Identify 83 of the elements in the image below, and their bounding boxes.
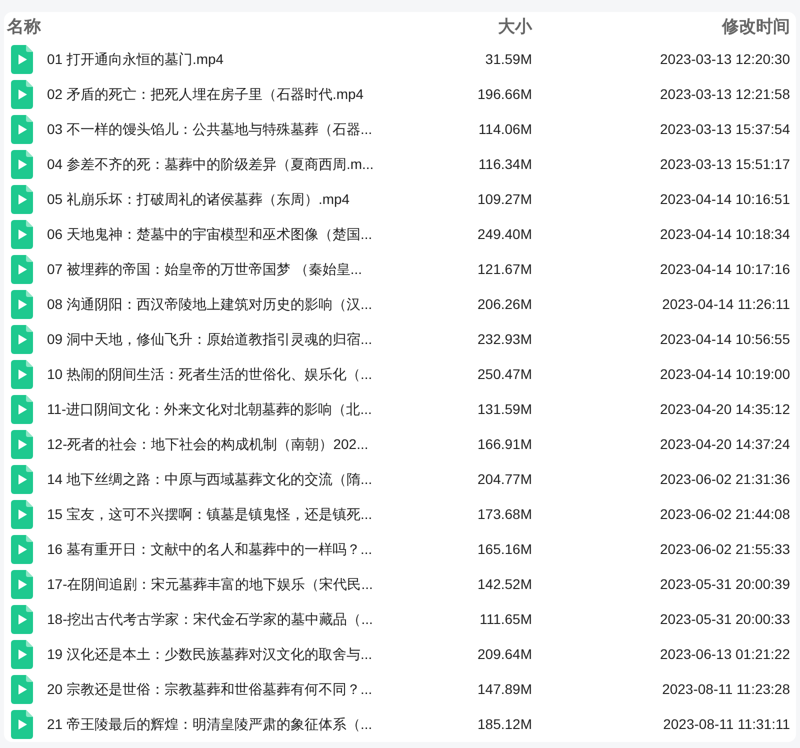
file-name[interactable]: 12-死者的社会：地下社会的构成机制（南朝）202... [47, 434, 368, 455]
file-name[interactable]: 04 参差不齐的死：墓葬中的阶级差异（夏商西周.m... [47, 154, 374, 175]
modified-time: 2023-04-14 10:17:16 [660, 260, 790, 279]
file-size: 131.59M [478, 400, 532, 419]
file-size: 173.68M [478, 505, 532, 524]
video-file-icon [11, 570, 33, 599]
video-file-icon [11, 500, 33, 529]
modified-time: 2023-04-14 10:18:34 [660, 225, 790, 244]
file-name[interactable]: 09 洞中天地，修仙飞升：原始道教指引灵魂的归宿... [47, 329, 372, 350]
video-file-icon [11, 45, 33, 74]
file-size: 196.66M [478, 85, 532, 104]
file-name[interactable]: 05 礼崩乐坏：打破周礼的诸侯墓葬（东周）.mp4 [47, 189, 350, 210]
video-file-icon [11, 535, 33, 564]
file-name[interactable]: 18-挖出古代考古学家：宋代金石学家的墓中藏品（... [47, 609, 373, 630]
file-size: 250.47M [478, 365, 532, 384]
modified-time: 2023-06-02 21:55:33 [660, 540, 790, 559]
video-file-icon [11, 465, 33, 494]
modified-time: 2023-04-14 10:16:51 [660, 190, 790, 209]
video-file-icon [11, 185, 33, 214]
file-name[interactable]: 16 墓有重开日：文献中的名人和墓葬中的一样吗？... [47, 539, 372, 560]
file-name[interactable]: 07 被埋葬的帝国：始皇帝的万世帝国梦 （秦始皇... [47, 259, 362, 280]
file-name[interactable]: 06 天地鬼神：楚墓中的宇宙模型和巫术图像（楚国... [47, 224, 372, 245]
file-name[interactable]: 14 地下丝绸之路：中原与西域墓葬文化的交流（隋... [47, 469, 372, 490]
video-file-icon [11, 80, 33, 109]
file-name[interactable]: 15 宝友，这可不兴摆啊：镇墓是镇鬼怪，还是镇死... [47, 504, 372, 525]
modified-time: 2023-03-13 15:51:17 [660, 155, 790, 174]
modified-time: 2023-04-20 14:35:12 [660, 400, 790, 419]
file-size: 165.16M [478, 540, 532, 559]
file-name[interactable]: 17-在阴间追剧：宋元墓葬丰富的地下娱乐（宋代民... [47, 574, 373, 595]
video-file-icon [11, 255, 33, 284]
modified-time: 2023-04-14 10:56:55 [660, 330, 790, 349]
modified-time: 2023-04-20 14:37:24 [660, 435, 790, 454]
file-size: 147.89M [478, 680, 532, 699]
video-file-icon [11, 290, 33, 319]
video-file-icon [11, 605, 33, 634]
file-name[interactable]: 21 帝王陵最后的辉煌：明清皇陵严肃的象征体系（... [47, 714, 372, 735]
modified-time: 2023-06-02 21:44:08 [660, 505, 790, 524]
file-name[interactable]: 03 不一样的馒头馅儿：公共墓地与特殊墓葬（石器... [47, 119, 372, 140]
file-size: 111.65M [480, 610, 532, 629]
column-header[interactable]: 名称 [7, 14, 41, 40]
video-file-icon [11, 150, 33, 179]
file-name[interactable]: 02 矛盾的死亡：把死人埋在房子里（石器时代.mp4 [47, 84, 364, 105]
file-size: 114.06M [478, 120, 532, 139]
file-size: 249.40M [478, 225, 532, 244]
modified-time: 2023-06-02 21:31:36 [660, 470, 790, 489]
file-size: 204.77M [478, 470, 532, 489]
file-size: 232.93M [478, 330, 532, 349]
video-file-icon [11, 115, 33, 144]
video-file-icon [11, 640, 33, 669]
video-file-icon [11, 675, 33, 704]
file-name[interactable]: 11-进口阴间文化：外来文化对北朝墓葬的影响（北... [47, 399, 372, 420]
modified-time: 2023-06-13 01:21:22 [660, 645, 790, 664]
file-size: 142.52M [478, 575, 532, 594]
video-file-icon [11, 430, 33, 459]
modified-time: 2023-03-13 12:21:58 [660, 85, 790, 104]
file-size: 31.59M [485, 50, 532, 69]
file-name[interactable]: 08 沟通阴阳：西汉帝陵地上建筑对历史的影响（汉... [47, 294, 372, 315]
modified-time: 2023-08-11 11:23:28 [662, 680, 790, 699]
column-header[interactable]: 修改时间 [722, 14, 790, 40]
column-header[interactable]: 大小 [498, 14, 532, 40]
modified-time: 2023-03-13 15:37:54 [660, 120, 790, 139]
file-name[interactable]: 10 热闹的阴间生活：死者生活的世俗化、娱乐化（... [47, 364, 372, 385]
modified-time: 2023-05-31 20:00:39 [660, 575, 790, 594]
video-file-icon [11, 395, 33, 424]
file-size: 109.27M [478, 190, 532, 209]
file-size: 166.91M [478, 435, 532, 454]
file-size: 116.34M [478, 155, 532, 174]
modified-time: 2023-08-11 11:31:11 [663, 715, 790, 734]
video-file-icon [11, 360, 33, 389]
modified-time: 2023-03-13 12:20:30 [660, 50, 790, 69]
video-file-icon [11, 710, 33, 739]
file-name[interactable]: 19 汉化还是本土：少数民族墓葬对汉文化的取舍与... [47, 644, 372, 665]
modified-time: 2023-04-14 10:19:00 [660, 365, 790, 384]
file-size: 121.67M [478, 260, 532, 279]
file-size: 185.12M [478, 715, 532, 734]
file-name[interactable]: 20 宗教还是世俗：宗教墓葬和世俗墓葬有何不同？... [47, 679, 372, 700]
file-name[interactable]: 01 打开通向永恒的墓门.mp4 [47, 49, 224, 70]
video-file-icon [11, 220, 33, 249]
file-size: 209.64M [478, 645, 532, 664]
modified-time: 2023-05-31 20:00:33 [660, 610, 790, 629]
modified-time: 2023-04-14 11:26:11 [662, 295, 790, 314]
video-file-icon [11, 325, 33, 354]
file-size: 206.26M [478, 295, 532, 314]
